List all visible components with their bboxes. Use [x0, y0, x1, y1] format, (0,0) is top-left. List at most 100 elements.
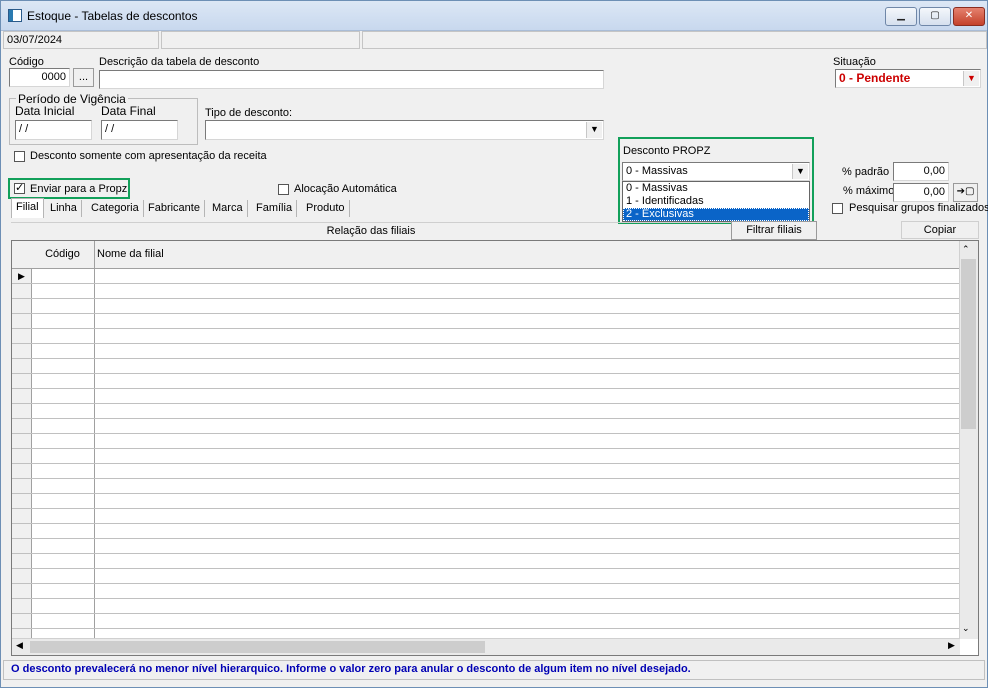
tab-fabricante[interactable]: Fabricante: [144, 200, 205, 217]
copiar-button[interactable]: Copiar: [901, 221, 979, 239]
cell-codigo[interactable]: [31, 389, 95, 403]
cell-codigo[interactable]: [31, 479, 95, 493]
chevron-down-icon[interactable]: ▼: [963, 71, 979, 86]
codigo-lookup-button[interactable]: ...: [73, 68, 94, 87]
cell-codigo[interactable]: [31, 554, 95, 568]
date-text: 03/07/2024: [7, 34, 63, 46]
situacao-select[interactable]: 0 - Pendente ▼: [835, 69, 981, 88]
alocacao-checkbox[interactable]: [278, 184, 289, 195]
table-row[interactable]: [12, 584, 960, 599]
table-row[interactable]: [12, 434, 960, 449]
tab-marca[interactable]: Marca: [208, 200, 248, 217]
cell-codigo[interactable]: [31, 299, 95, 313]
scroll-left-icon[interactable]: ◀: [16, 640, 23, 651]
descricao-input[interactable]: [99, 70, 604, 89]
main-window: Estoque - Tabelas de descontos ▁ ▢ ✕ 03/…: [0, 0, 988, 688]
row-indicator-header: [12, 241, 32, 268]
cell-codigo[interactable]: [31, 284, 95, 298]
pct-maximo-input[interactable]: 0,00: [893, 183, 949, 202]
table-row[interactable]: [12, 539, 960, 554]
cell-codigo[interactable]: [31, 434, 95, 448]
scroll-right-icon[interactable]: ▶: [948, 640, 955, 651]
codigo-input[interactable]: 0000: [9, 68, 70, 87]
app-icon: [8, 9, 22, 22]
table-row[interactable]: [12, 449, 960, 464]
propz-option[interactable]: 1 - Identificadas: [623, 195, 809, 208]
cell-codigo[interactable]: [31, 509, 95, 523]
cell-codigo[interactable]: [31, 449, 95, 463]
cell-codigo[interactable]: [31, 599, 95, 613]
table-row[interactable]: [12, 359, 960, 374]
table-row[interactable]: [12, 599, 960, 614]
apply-arrow-button[interactable]: ➔▢: [953, 183, 978, 202]
table-row[interactable]: [12, 389, 960, 404]
pct-padrao-input[interactable]: 0,00: [893, 162, 949, 181]
cell-codigo[interactable]: [31, 464, 95, 478]
data-inicial-input[interactable]: / /: [15, 120, 92, 140]
cell-codigo[interactable]: [31, 314, 95, 328]
scroll-down-icon[interactable]: ⌄: [962, 623, 970, 634]
cell-codigo[interactable]: [31, 329, 95, 343]
table-row[interactable]: [12, 509, 960, 524]
table-row[interactable]: [12, 404, 960, 419]
table-row[interactable]: [12, 614, 960, 629]
receita-checkbox[interactable]: [14, 151, 25, 162]
propz-select[interactable]: 0 - Massivas ▼: [622, 162, 810, 181]
table-row[interactable]: [12, 419, 960, 434]
vertical-scrollbar[interactable]: ⌃ ⌄: [959, 241, 978, 639]
table-row[interactable]: [12, 314, 960, 329]
tab-categoria[interactable]: Categoria: [87, 200, 144, 217]
row-indicator: [12, 569, 32, 583]
cell-codigo[interactable]: [31, 374, 95, 388]
table-row[interactable]: [12, 299, 960, 314]
pct-maximo-label: % máximo: [843, 185, 895, 197]
table-row[interactable]: [12, 479, 960, 494]
tab-familia[interactable]: Família: [252, 200, 298, 217]
cell-codigo[interactable]: [31, 344, 95, 358]
pesquisar-checkbox[interactable]: [832, 203, 843, 214]
table-row[interactable]: [12, 524, 960, 539]
scroll-up-icon[interactable]: ⌃: [962, 244, 970, 255]
filiais-grid[interactable]: Código Nome da filial ▶ ⌃ ⌄ ◀ ▶: [11, 240, 979, 656]
table-row[interactable]: ▶: [12, 269, 960, 284]
chevron-down-icon[interactable]: ▼: [792, 164, 808, 179]
enviar-checkbox[interactable]: ✓: [14, 183, 25, 194]
maximize-button[interactable]: ▢: [919, 7, 951, 26]
column-header-nome[interactable]: Nome da filial: [97, 241, 164, 268]
close-button[interactable]: ✕: [953, 7, 985, 26]
table-row[interactable]: [12, 284, 960, 299]
table-row[interactable]: [12, 554, 960, 569]
tipo-select[interactable]: ▼: [205, 120, 604, 140]
filtrar-filiais-button[interactable]: Filtrar filiais: [731, 221, 817, 240]
propz-option[interactable]: 0 - Massivas: [623, 182, 809, 195]
table-row[interactable]: [12, 329, 960, 344]
chevron-down-icon[interactable]: ▼: [586, 122, 602, 138]
cell-codigo[interactable]: [31, 404, 95, 418]
tab-produto[interactable]: Produto: [302, 200, 350, 217]
column-header-codigo[interactable]: Código: [31, 241, 95, 268]
table-row[interactable]: [12, 344, 960, 359]
cell-codigo[interactable]: [31, 524, 95, 538]
cell-codigo[interactable]: [31, 584, 95, 598]
table-row[interactable]: [12, 569, 960, 584]
relacao-label: Relação das filiais: [11, 222, 731, 239]
tab-filial[interactable]: Filial: [11, 198, 44, 218]
cell-codigo[interactable]: [31, 539, 95, 553]
cell-codigo[interactable]: [31, 494, 95, 508]
cell-codigo[interactable]: [31, 614, 95, 628]
cell-codigo[interactable]: [31, 419, 95, 433]
table-row[interactable]: [12, 464, 960, 479]
horizontal-scrollbar[interactable]: ◀ ▶: [12, 638, 960, 655]
propz-option-selected[interactable]: 2 - Exclusivas: [623, 208, 809, 221]
horizontal-scroll-thumb[interactable]: [30, 641, 485, 653]
cell-codigo[interactable]: [31, 269, 95, 283]
data-final-input[interactable]: / /: [101, 120, 178, 140]
cell-codigo[interactable]: [31, 359, 95, 373]
table-row[interactable]: [12, 374, 960, 389]
cell-codigo[interactable]: [31, 569, 95, 583]
vertical-scroll-thumb[interactable]: [961, 259, 976, 429]
row-indicator: [12, 299, 32, 313]
minimize-button[interactable]: ▁: [885, 7, 917, 26]
table-row[interactable]: [12, 494, 960, 509]
tab-linha[interactable]: Linha: [46, 200, 82, 217]
